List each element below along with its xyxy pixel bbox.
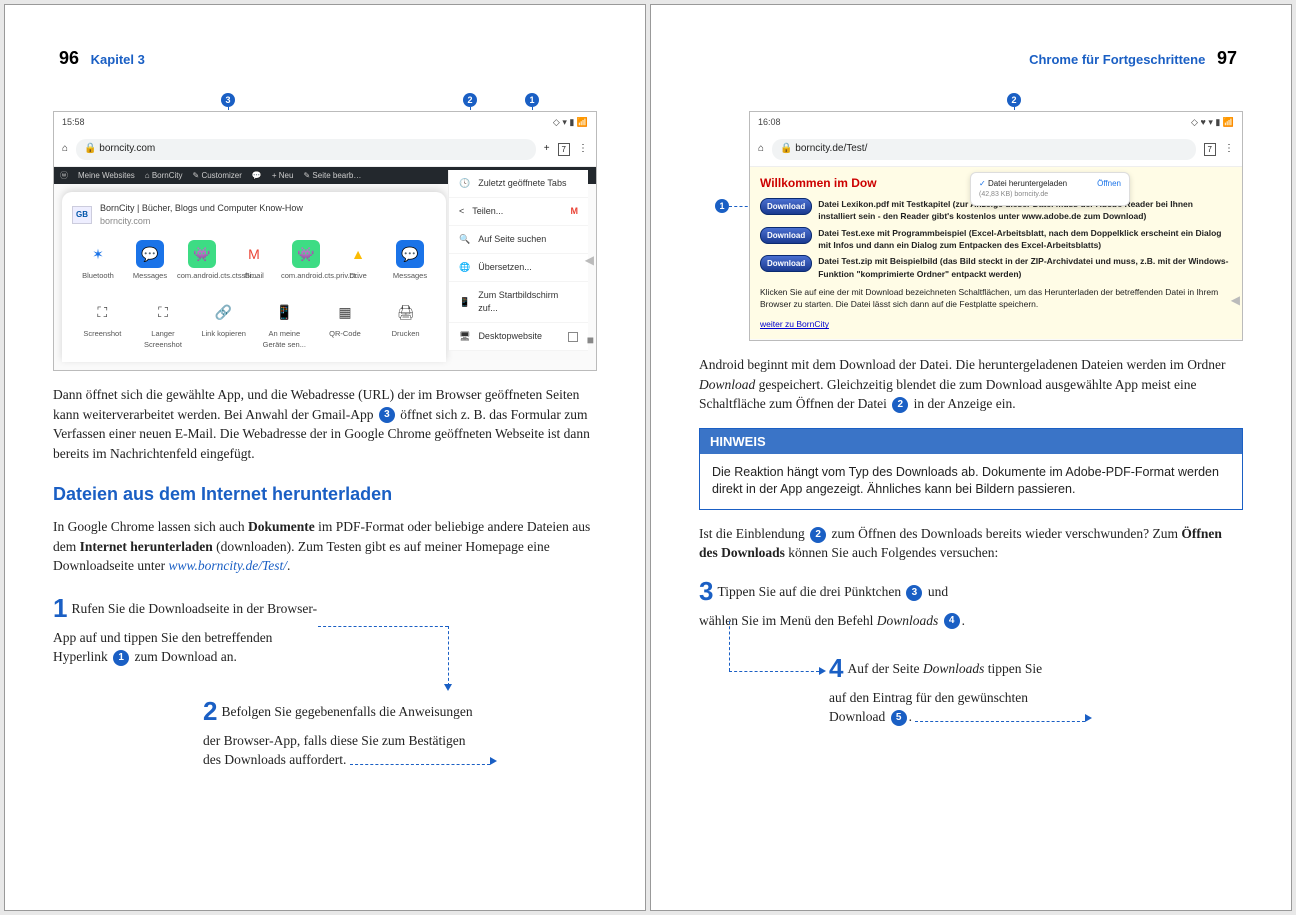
page-nav-arrow-icon: ◀ [585, 252, 594, 269]
step-2: 2Befolgen Sie gegebenenfalls die Anweisu… [203, 693, 597, 770]
menu-item: <Teilen...M [449, 198, 588, 226]
body-text: Android beginnt mit dem Download der Dat… [699, 355, 1243, 414]
menu-item: 🔍Auf Seite suchen [449, 226, 588, 254]
callout-ref-3: 3 [379, 407, 395, 423]
chrome-overflow-menu: 🕓Zuletzt geöffnete Tabs<Teilen...M🔍Auf S… [448, 170, 588, 351]
page-nav-arrow-icon: ◀ [1231, 292, 1240, 309]
new-tab-icon: + [544, 142, 550, 157]
page-number: 96 [59, 48, 79, 68]
share-target: MGmail [229, 240, 279, 282]
body-text: In Google Chrome lassen sich auch Dokume… [53, 517, 597, 576]
download-row: DownloadDatei Test.zip mit Beispielbild … [760, 255, 1232, 280]
running-head-left: 96 Kapitel 3 [53, 45, 145, 71]
share-action: ⛶Langer Screenshot [138, 298, 188, 351]
page-right: Chrome für Fortgeschrittene 97 2 1 16:08… [650, 4, 1292, 911]
chapter-label: Kapitel 3 [91, 52, 145, 67]
share-target: 👾com.android.cts.ctsshi... [177, 240, 227, 282]
download-button: Download [760, 198, 812, 215]
callout-3: 3 [221, 93, 235, 107]
link-text: www.borncity.de/Test/ [168, 558, 287, 573]
share-target: 👾com.android.cts.priv.ct... [281, 240, 331, 282]
home-icon: ⌂ [62, 142, 68, 157]
link-borncity: weiter zu BornCity [760, 319, 829, 329]
share-target: ✶Bluetooth [73, 240, 123, 282]
running-head-right: Chrome für Fortgeschrittene 97 [1029, 45, 1243, 71]
screenshot-share-sheet: 15:58◇ ▾ ▮ 📶 ⌂ 🔒 borncity.com + 7 ⋮ ⓦMei… [53, 111, 597, 371]
callout-2: 2 [1007, 93, 1021, 107]
chapter-label: Chrome für Fortgeschrittene [1029, 52, 1205, 67]
share-sheet: GB BornCity | Bücher, Blogs und Computer… [62, 192, 446, 362]
step-4: 4Auf der Seite Downloads tippen Sie auf … [829, 650, 1243, 727]
body-text: Ist die Einblendung 2 zum Öffnen des Dow… [699, 524, 1243, 563]
menu-item: 🌐Übersetzen... [449, 254, 588, 282]
download-button: Download [760, 227, 812, 244]
menu-dots-icon: ⋮ [1224, 142, 1234, 157]
screenshot-download-page: 16:08◇ ♥ ▾ ▮ 📶 ⌂ 🔒 borncity.de/Test/ 7 ⋮… [749, 111, 1243, 341]
share-action: ▦QR-Code [320, 298, 370, 351]
address-bar: 🔒 borncity.com [76, 139, 536, 160]
home-icon: ⌂ [758, 142, 764, 157]
share-action: ⛶Screenshot [77, 298, 127, 351]
menu-item: 🕓Zuletzt geöffnete Tabs [449, 170, 588, 198]
menu-item: 🖥Desktopwebsite [449, 323, 588, 351]
share-target: 💬Messages [385, 240, 435, 282]
open-button: Öffnen [1097, 178, 1121, 190]
menu-item: 📱Zum Startbildschirm zuf... [449, 282, 588, 323]
download-row: DownloadDatei Test.exe mit Programmbeisp… [760, 227, 1232, 252]
section-heading: Dateien aus dem Internet herunterladen [53, 481, 597, 507]
menu-dots-icon: ⋮ [578, 142, 588, 157]
callout-1: 1 [525, 93, 539, 107]
callout-2: 2 [463, 93, 477, 107]
share-target: 💬Messages [125, 240, 175, 282]
share-target: ▲Drive [333, 240, 383, 282]
download-popup: ✓ Datei heruntergeladen (42,83 KB) bornc… [970, 172, 1130, 206]
download-button: Download [760, 255, 812, 272]
share-action: 📱An meine Geräte sen... [259, 298, 309, 351]
share-action: 🔗Link kopieren [199, 298, 249, 351]
callout-1: 1 [715, 199, 729, 213]
address-bar: 🔒 borncity.de/Test/ [772, 139, 1196, 160]
page-number: 97 [1217, 48, 1237, 68]
body-text: Dann öffnet sich die gewählte App, und d… [53, 385, 597, 463]
page-left: 96 Kapitel 3 3 2 1 15:58◇ ▾ ▮ 📶 ⌂ 🔒 born… [4, 4, 646, 911]
step-1: 1Rufen Sie die Downloadseite in der Brow… [53, 590, 597, 667]
share-action: 🖨Drucken [381, 298, 431, 351]
step-3: 3Tippen Sie auf die drei Pünktchen 3 und… [699, 573, 1243, 630]
hint-box: HINWEIS Die Reaktion hängt vom Typ des D… [699, 428, 1243, 510]
